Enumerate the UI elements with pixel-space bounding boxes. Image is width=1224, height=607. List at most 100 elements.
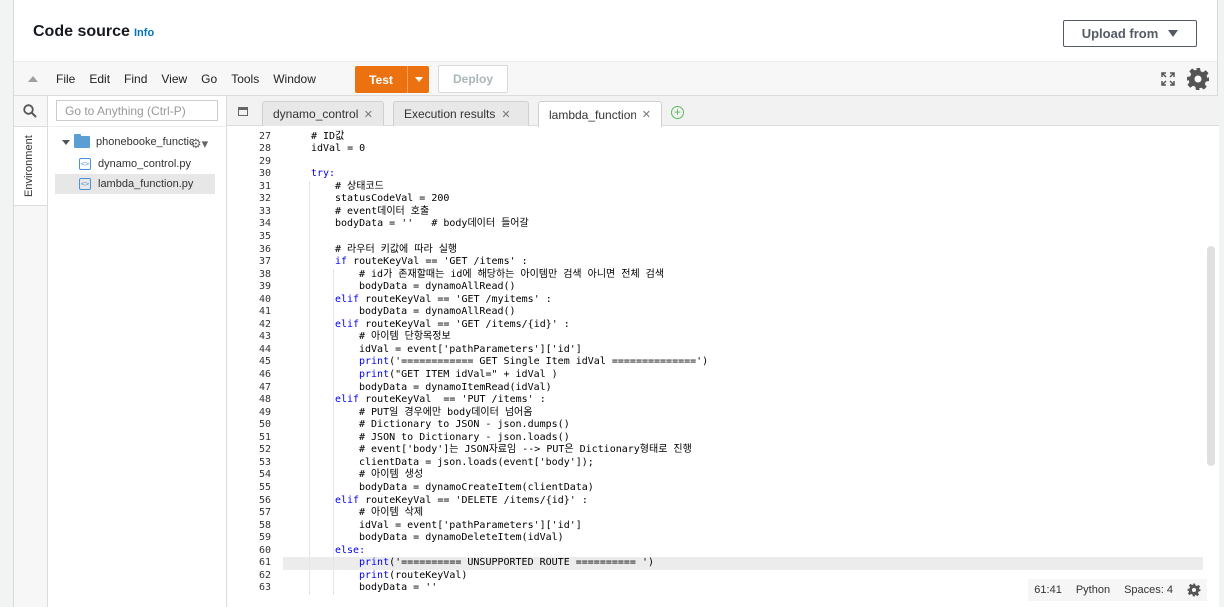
code-line[interactable]: 60 else: <box>227 545 1207 558</box>
tab-execution-results[interactable]: Execution results ✕ <box>393 101 529 126</box>
code-line[interactable]: 49 # PUT일 경우에만 body데이터 넘어옴 <box>227 407 1207 420</box>
code-line[interactable]: 47 bodyData = dynamoItemRead(idVal) <box>227 382 1207 395</box>
code-text: elif routeKeyVal == 'GET /myitems' : <box>335 293 552 305</box>
code-line[interactable]: 54 # 아이템 생성 <box>227 469 1207 482</box>
menu-edit[interactable]: Edit <box>89 72 110 86</box>
code-line[interactable]: 32 statusCodeVal = 200 <box>227 193 1207 206</box>
code-text: elif routeKeyVal == 'GET /items/{id}' : <box>335 318 570 330</box>
panel-header: Code source Info Upload from <box>14 0 1217 62</box>
menu-view[interactable]: View <box>161 72 187 86</box>
code-text: bodyData = '' <box>359 582 438 594</box>
vertical-scrollbar[interactable] <box>1207 246 1215 466</box>
code-line[interactable]: 48 elif routeKeyVal == 'PUT /items' : <box>227 394 1207 407</box>
code-line[interactable]: 37 if routeKeyVal == 'GET /items' : <box>227 256 1207 269</box>
indent-setting[interactable]: Spaces: 4 <box>1124 584 1173 596</box>
side-strip: Environment <box>14 96 48 607</box>
test-dropdown[interactable] <box>408 66 429 93</box>
code-line[interactable]: 27 # ID값 <box>227 131 1207 144</box>
code-text: clientData = json.loads(event['body']); <box>359 456 594 468</box>
tab-dynamo-control[interactable]: dynamo_control. ✕ <box>262 101 384 126</box>
collapse-icon[interactable] <box>28 76 38 82</box>
code-text: statusCodeVal = 200 <box>335 193 450 205</box>
line-number: 51 <box>258 431 271 443</box>
code-line[interactable]: 53 clientData = json.loads(event['body'])… <box>227 457 1207 470</box>
code-line[interactable]: 36 # 라우터 키값에 따라 실행 <box>227 244 1207 257</box>
menu-window[interactable]: Window <box>273 72 316 86</box>
code-line[interactable]: 29 <box>227 156 1207 169</box>
tab-lambda-function[interactable]: lambda_function ✕ <box>538 101 662 127</box>
code-line[interactable]: 42 elif routeKeyVal == 'GET /items/{id}' … <box>227 319 1207 332</box>
deploy-button[interactable]: Deploy <box>438 65 508 93</box>
line-number: 38 <box>258 268 271 280</box>
code-line[interactable]: 51 # JSON to Dictionary - json.loads() <box>227 432 1207 445</box>
code-text: bodyData = dynamoAllRead() <box>359 281 516 293</box>
code-line[interactable]: 52 # event['body']는 JSON자료임 --> PUT은 Dict… <box>227 444 1207 457</box>
line-number: 55 <box>258 481 271 493</box>
code-line[interactable]: 35 <box>227 231 1207 244</box>
search-icon[interactable] <box>23 104 37 118</box>
code-text: idVal = event['pathParameters']['id'] <box>359 519 582 531</box>
file-item-lambda-function[interactable]: <> lambda_function.py <box>55 174 215 194</box>
code-line[interactable]: 30 try: <box>227 168 1207 181</box>
tab-menu-icon[interactable] <box>238 107 248 116</box>
line-number: 52 <box>258 444 271 456</box>
test-button[interactable]: Test <box>355 66 429 93</box>
line-number: 60 <box>258 544 271 556</box>
expand-arrow-icon[interactable] <box>62 139 70 145</box>
code-line[interactable]: 41 bodyData = dynamoAllRead() <box>227 306 1207 319</box>
file-item-dynamo-control[interactable]: <> dynamo_control.py <box>55 154 215 174</box>
language-mode[interactable]: Python <box>1076 584 1110 596</box>
code-line[interactable]: 46 print("GET ITEM idVal=" + idVal ) <box>227 369 1207 382</box>
close-icon[interactable]: ✕ <box>642 108 651 121</box>
python-file-icon: <> <box>79 178 91 190</box>
code-line[interactable]: 50 # Dictionary to JSON - json.dumps() <box>227 419 1207 432</box>
environment-tab-label: Environment <box>23 135 35 197</box>
go-to-anything-input[interactable]: Go to Anything (Ctrl-P) <box>56 100 218 121</box>
code-line[interactable]: 56 elif routeKeyVal == 'DELETE /items/{id… <box>227 495 1207 508</box>
code-line[interactable]: 59 bodyData = dynamoDeleteItem(idVal) <box>227 532 1207 545</box>
info-link[interactable]: Info <box>134 27 154 39</box>
code-line[interactable]: 28 idVal = 0 <box>227 143 1207 156</box>
code-line[interactable]: 38 # id가 존재할때는 id에 해당하는 아이템만 검색 아니면 전체 검색 <box>227 269 1207 282</box>
fullscreen-icon[interactable] <box>1161 72 1175 86</box>
code-line[interactable]: 44 idVal = event['pathParameters']['id'] <box>227 344 1207 357</box>
line-number: 27 <box>258 130 271 142</box>
close-icon[interactable]: ✕ <box>501 108 510 121</box>
test-label[interactable]: Test <box>355 66 408 93</box>
code-text: # ID값 <box>311 130 345 142</box>
cursor-position[interactable]: 61:41 <box>1034 584 1062 596</box>
add-tab-icon[interactable]: + <box>671 106 684 119</box>
menu-go[interactable]: Go <box>201 72 217 86</box>
line-number: 39 <box>258 281 271 293</box>
tab-label: lambda_function <box>549 107 636 122</box>
indent-guide <box>333 268 334 595</box>
line-number: 41 <box>258 306 271 318</box>
code-line[interactable]: 43 # 아이템 단항목정보 <box>227 331 1207 344</box>
close-icon[interactable]: ✕ <box>364 108 373 121</box>
code-line[interactable]: 55 bodyData = dynamoCreateItem(clientData… <box>227 482 1207 495</box>
code-area[interactable]: 2627# ID값28idVal = 02930try:31# 상태코드32st… <box>227 126 1219 607</box>
code-line[interactable]: 45 print('============ GET Single Item id… <box>227 356 1207 369</box>
environment-tab[interactable]: Environment <box>14 126 47 206</box>
folder-gear-icon[interactable]: ⚙▾ <box>190 136 208 152</box>
folder-row[interactable]: phonebooke_functic <box>62 134 194 148</box>
code-line[interactable]: 61 print('========== UNSUPPORTED ROUTE ==… <box>259 557 1203 570</box>
code-line[interactable]: 39 bodyData = dynamoAllRead() <box>227 281 1207 294</box>
gear-icon[interactable] <box>1187 583 1201 597</box>
menu-find[interactable]: Find <box>124 72 147 86</box>
code-line[interactable]: 33 # event데이터 호출 <box>227 206 1207 219</box>
code-line[interactable]: 31 # 상태코드 <box>227 181 1207 194</box>
code-line[interactable]: 57 # 아이템 삭제 <box>227 507 1207 520</box>
code-source-panel: Code source Info Upload from File Edit F… <box>13 0 1219 607</box>
menu-file[interactable]: File <box>56 72 75 86</box>
keyword: if <box>335 256 348 268</box>
code-line[interactable]: 58 idVal = event['pathParameters']['id'] <box>227 520 1207 533</box>
file-name: lambda_function.py <box>98 178 194 190</box>
gear-icon[interactable] <box>1186 67 1210 91</box>
line-number: 58 <box>258 519 271 531</box>
code-line[interactable]: 34 bodyData = '' # body데이터 들어갈 <box>227 218 1207 231</box>
menu-tools[interactable]: Tools <box>231 72 259 86</box>
line-number: 48 <box>258 394 271 406</box>
code-line[interactable]: 40 elif routeKeyVal == 'GET /myitems' : <box>227 294 1207 307</box>
upload-from-button[interactable]: Upload from <box>1063 20 1197 47</box>
